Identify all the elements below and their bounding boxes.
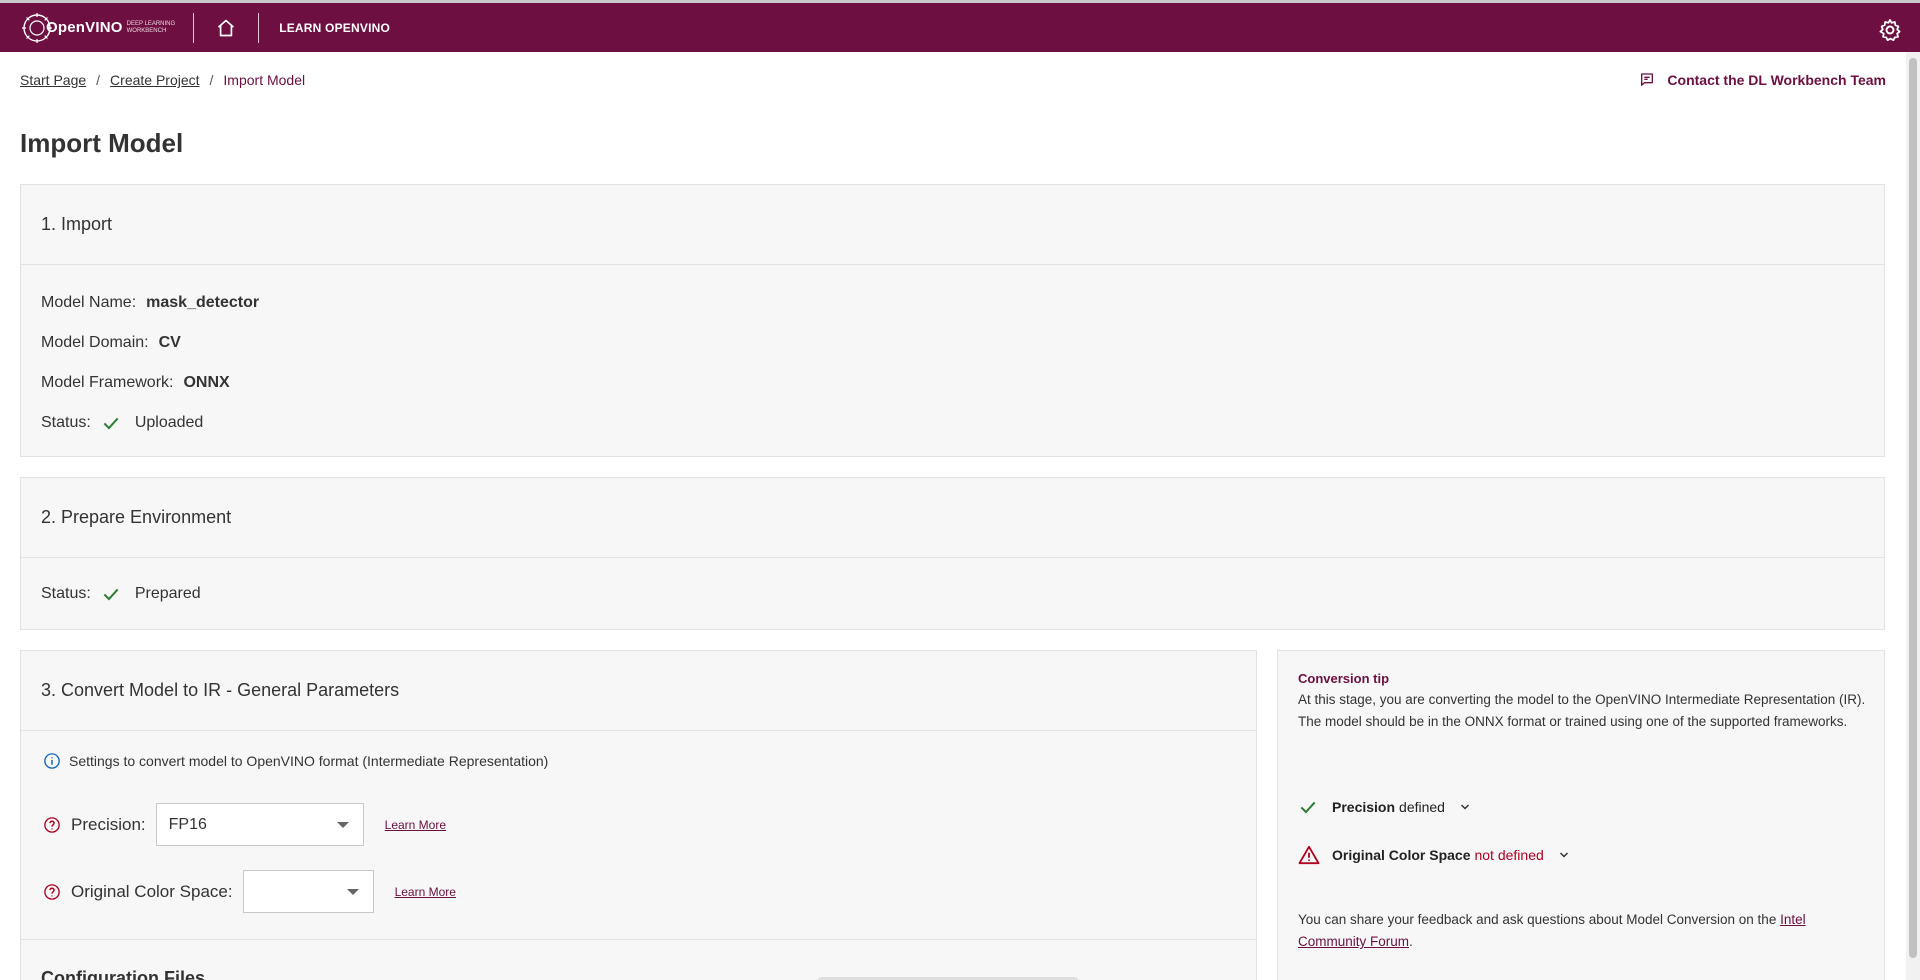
help-icon[interactable]: [43, 816, 61, 834]
conversion-tip-panel: Conversion tip At this stage, you are co…: [1277, 650, 1885, 980]
environment-status-label: Status:: [41, 585, 91, 602]
convert-info-text: Settings to convert model to OpenVINO fo…: [69, 753, 549, 769]
openvino-logo[interactable]: OpenVINO Deep Learning Workbench: [20, 8, 175, 48]
convert-info-row: Settings to convert model to OpenVINO fo…: [21, 731, 1256, 791]
nav-divider: [258, 12, 260, 43]
breadcrumb-current: Import Model: [223, 72, 306, 88]
model-domain-label: Model Domain:: [41, 334, 149, 351]
logo-subtitle: Deep Learning Workbench: [127, 21, 176, 35]
breadcrumb-separator: /: [209, 72, 214, 88]
breadcrumb-separator: /: [96, 72, 101, 88]
precision-field: Precision: FP16 Learn More: [21, 791, 1256, 858]
model-domain-value: CV: [158, 334, 181, 351]
color-space-status-state: not defined: [1474, 847, 1544, 863]
model-name-value: mask_detector: [146, 294, 260, 311]
model-framework-row: Model Framework: ONNX: [21, 363, 1884, 403]
chevron-down-icon[interactable]: [1558, 849, 1570, 861]
prepare-environment-title: 2. Prepare Environment: [21, 478, 1884, 558]
import-status-label: Status:: [41, 414, 91, 431]
color-space-field: Original Color Space: Learn More: [21, 858, 1256, 925]
home-button[interactable]: [194, 4, 258, 52]
dropdown-arrow-icon: [336, 822, 349, 828]
convert-model-section: 3. Convert Model to IR - General Paramet…: [20, 650, 1257, 980]
conversion-tip-text: At this stage, you are converting the mo…: [1298, 692, 1866, 729]
logo-subtitle-line-1: Deep Learning: [126, 20, 176, 27]
check-icon: [101, 413, 121, 433]
feedback-text-body: You can share your feedback and ask ques…: [1298, 912, 1781, 927]
model-domain-row: Model Domain: CV: [21, 323, 1884, 363]
precision-status-name: Precision: [1332, 799, 1396, 815]
model-name-label: Model Name:: [41, 294, 137, 311]
model-name-row: Model Name: mask_detector: [21, 283, 1884, 323]
logo-subtitle-line-2: Workbench: [126, 27, 167, 34]
conversion-tip-title: Conversion tip: [1298, 671, 1390, 686]
color-space-learn-more-link[interactable]: Learn More: [395, 885, 456, 899]
environment-status-row: Status: Prepared: [21, 574, 1884, 614]
model-framework-label: Model Framework:: [41, 374, 174, 391]
prepare-environment-section: 2. Prepare Environment Status: Prepared: [20, 477, 1885, 630]
color-space-status-name: Original Color Space: [1332, 847, 1471, 863]
contact-team-link[interactable]: Contact the DL Workbench Team: [1639, 72, 1886, 88]
help-icon[interactable]: [43, 883, 61, 901]
precision-status-item[interactable]: Precision defined: [1298, 797, 1471, 817]
logo-wordmark: OpenVINO: [46, 19, 123, 36]
top-nav-bar: OpenVINO Deep Learning Workbench LEARN O…: [0, 0, 1920, 52]
breadcrumb-create-project[interactable]: Create Project: [110, 72, 199, 88]
color-space-label: Original Color Space:: [71, 881, 233, 901]
feedback-icon: [1641, 73, 1654, 86]
import-status-row: Status: Uploaded: [21, 403, 1884, 443]
model-framework-value: ONNX: [183, 374, 230, 391]
contact-team-label: Contact the DL Workbench Team: [1667, 72, 1886, 88]
feedback-text: You can share your feedback and ask ques…: [1298, 909, 1858, 953]
import-section: 1. Import Model Name: mask_detector Mode…: [20, 184, 1885, 457]
page-scrollbar-thumb[interactable]: [1909, 58, 1917, 958]
page-title: Import Model: [20, 128, 184, 158]
configuration-files-title: Configuration Files: [21, 939, 1256, 980]
info-icon: [44, 753, 60, 769]
home-icon: [218, 19, 235, 36]
dropdown-arrow-icon: [346, 889, 359, 895]
precision-learn-more-link[interactable]: Learn More: [385, 818, 446, 832]
precision-label: Precision:: [71, 814, 146, 834]
environment-status-value: Prepared: [134, 585, 201, 602]
import-status-value: Uploaded: [134, 414, 204, 431]
color-space-select[interactable]: [242, 870, 374, 913]
precision-select[interactable]: FP16: [155, 803, 364, 846]
breadcrumb-start-page[interactable]: Start Page: [20, 72, 86, 88]
breadcrumb: Start Page / Create Project / Import Mod…: [20, 72, 305, 88]
feedback-text-end: .: [1409, 934, 1413, 949]
settings-button[interactable]: [1878, 18, 1902, 42]
learn-openvino-link[interactable]: LEARN OPENVINO: [279, 21, 390, 35]
precision-status-state: defined: [1399, 799, 1445, 815]
gear-icon: [1879, 19, 1901, 42]
color-space-status-item[interactable]: Original Color Space not defined: [1298, 845, 1570, 865]
chevron-down-icon[interactable]: [1459, 801, 1471, 813]
precision-select-value: FP16: [168, 815, 207, 833]
check-icon: [101, 584, 121, 604]
import-section-title: 1. Import: [21, 185, 1884, 265]
logo-mark-icon: [20, 11, 54, 45]
warning-icon: [1298, 845, 1320, 865]
convert-section-title: 3. Convert Model to IR - General Paramet…: [21, 651, 1256, 731]
check-icon: [1298, 797, 1320, 817]
